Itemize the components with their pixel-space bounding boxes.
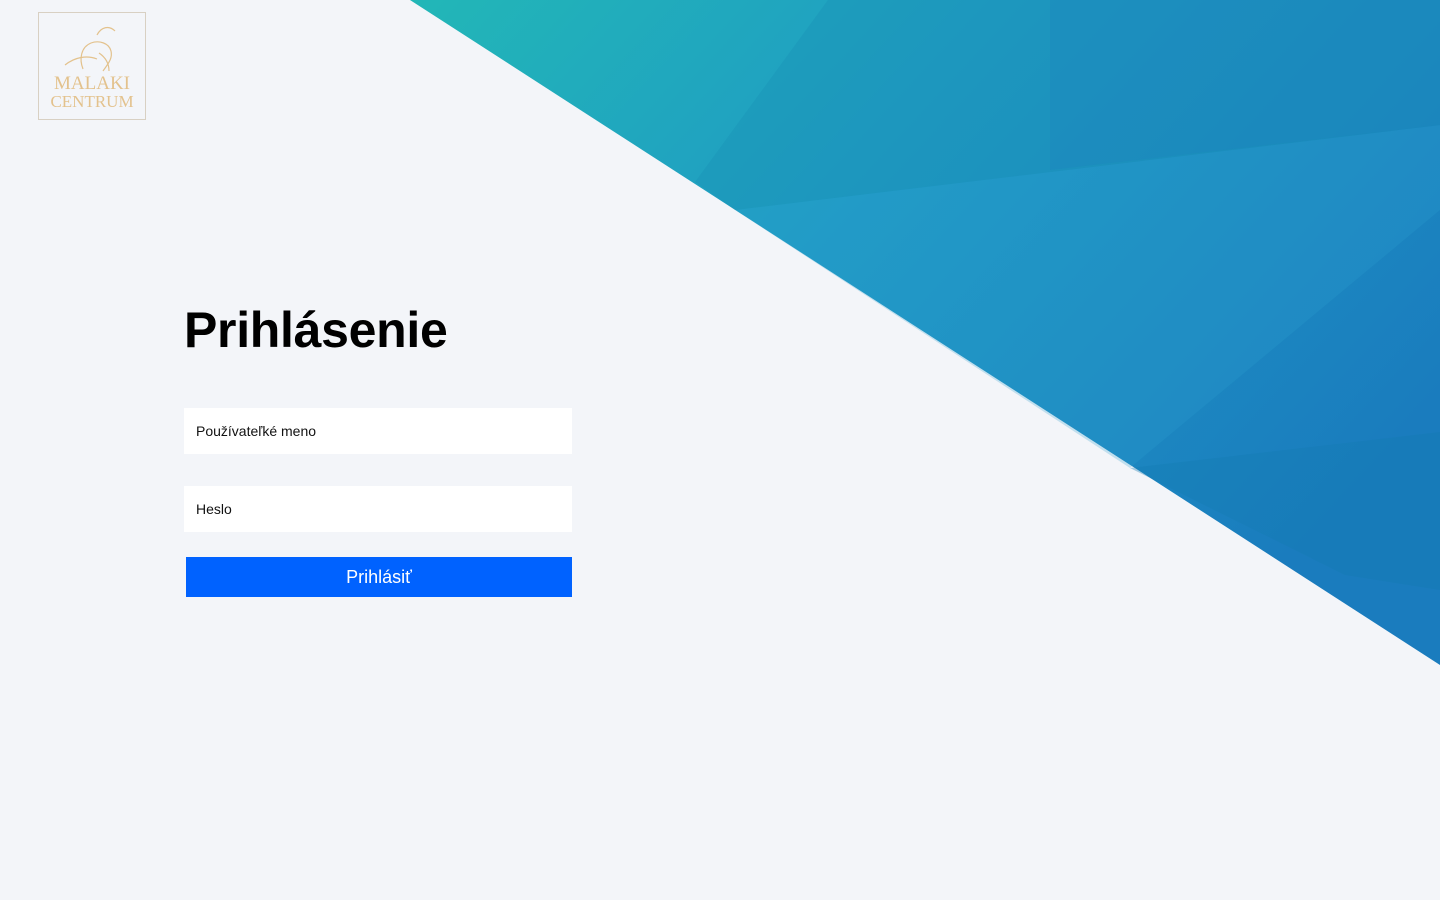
username-input[interactable] bbox=[184, 408, 572, 454]
logo-graphic: MALAKI CENTRUM bbox=[50, 26, 134, 111]
logo-figure-head bbox=[96, 26, 116, 36]
logo-line1: MALAKI bbox=[54, 73, 130, 94]
logo-line2: CENTRUM bbox=[50, 92, 133, 111]
password-input[interactable] bbox=[184, 486, 572, 532]
login-button[interactable]: Prihlásiť bbox=[186, 557, 572, 597]
logo: MALAKI CENTRUM bbox=[38, 12, 146, 120]
page-title: Prihlásenie bbox=[184, 302, 448, 358]
logo-figure-back bbox=[98, 52, 110, 72]
